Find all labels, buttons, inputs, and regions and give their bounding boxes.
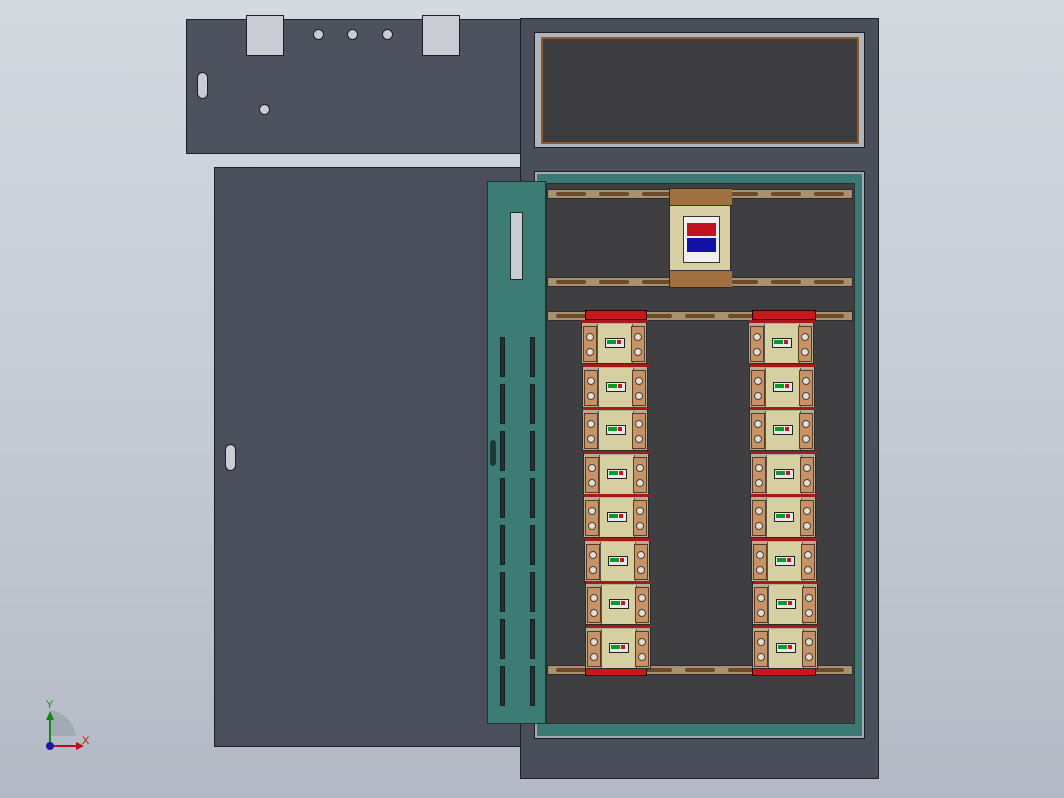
vent-slot [530,384,535,424]
breaker-left-6[interactable] [584,537,651,582]
vent-slot [500,337,505,377]
vent-slot [530,478,535,518]
axis-y-label: Y [46,699,54,711]
vent-slot [530,337,535,377]
indicator-lamp-1 [313,29,324,40]
breaker-left-3[interactable] [582,407,649,451]
switch-indicator-window [683,216,720,263]
breaker-indicator [607,512,627,522]
breaker-indicator [605,338,625,348]
breaker-indicator [606,381,626,392]
panel-meter-right [422,15,460,56]
breaker-right-5[interactable] [750,494,817,538]
breaker-indicator [773,381,793,392]
vent-slot [500,666,505,706]
breaker-indicator [773,425,793,435]
breaker-indicator [772,338,792,348]
breaker-right-8[interactable] [752,624,819,669]
indicator-lamp-2 [347,29,358,40]
breaker-left-4[interactable] [583,450,650,495]
vent-slot [530,572,535,612]
breaker-indicator [606,425,626,435]
breaker-left-2[interactable] [582,363,649,408]
breaker-indicator [608,555,628,566]
axis-x-label: X [82,735,90,747]
breaker-indicator [607,468,627,479]
vent-slot [500,525,505,565]
inner-door-pivot [490,440,496,466]
indicator-lamp-3 [382,29,393,40]
breaker-indicator [776,642,796,653]
panel-knob [259,104,270,115]
vent-slot [500,384,505,424]
vent-slot [530,525,535,565]
vent-slot [500,572,505,612]
vent-slot [500,431,505,471]
panel-lock-slot [197,72,208,99]
inner-door-handle[interactable] [510,212,523,280]
isolator-switch-icon[interactable] [669,188,732,288]
breaker-right-7[interactable] [752,581,819,625]
top-window-glass [541,37,859,144]
breaker-right-1[interactable] [748,320,815,364]
vent-slot [530,619,535,659]
breaker-right-2[interactable] [749,363,816,408]
cabinet-door-left [214,167,521,747]
breaker-indicator [776,599,796,609]
door-handle [225,444,236,471]
breaker-left-7[interactable] [585,581,652,625]
vent-slot [530,431,535,471]
vent-slot [500,478,505,518]
breaker-indicator [609,599,629,609]
panel-meter-left [246,15,284,56]
vent-slot [530,666,535,706]
breaker-indicator [774,512,794,522]
breaker-left-1[interactable] [581,320,648,364]
busbar-top-left [585,310,647,320]
breaker-right-6[interactable] [751,537,818,582]
breaker-right-4[interactable] [750,450,817,495]
breaker-right-3[interactable] [749,407,816,451]
breaker-left-5[interactable] [583,494,650,538]
busbar-top-right [752,310,816,320]
breaker-left-8[interactable] [585,624,652,669]
breaker-indicator [775,555,795,566]
vent-slot [500,619,505,659]
breaker-indicator [774,468,794,479]
breaker-indicator [609,642,629,653]
